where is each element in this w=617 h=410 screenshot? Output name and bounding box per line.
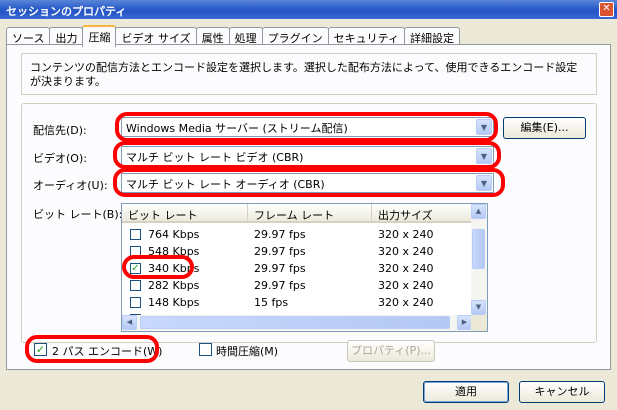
destination-value: Windows Media サーバー (ストリーム配信) [126, 122, 348, 135]
cell-size: 320 x 240 [378, 228, 434, 241]
description-text: コンテンツの配信方法とエンコード設定を選択します。選択した配布方法によって、使用… [21, 53, 597, 95]
chevron-down-icon[interactable]: ▼ [476, 119, 492, 135]
scroll-corner [471, 315, 487, 331]
close-icon: ✕ [602, 3, 611, 14]
cell-framerate: 29.97 fps [254, 228, 306, 241]
scroll-left-icon[interactable]: ◀ [122, 315, 137, 330]
properties-button[interactable]: プロパティ(P)... [347, 340, 435, 362]
time-compression-label[interactable]: 時間圧縮(M) [216, 343, 278, 359]
audio-label: オーディオ(U): [33, 179, 108, 192]
tab-strip: ソース 出力 圧縮 ビデオ サイズ 属性 処理 プラグイン セキュリティ 詳細設… [6, 25, 460, 47]
cell-framerate: 29.97 fps [254, 279, 306, 292]
table-row[interactable]: 764 Kbps 29.97 fps 320 x 240 [122, 226, 472, 243]
bitrate-list[interactable]: ビット レート フレーム レート 出力サイズ 764 Kbps 29.97 fps… [121, 203, 488, 332]
two-pass-checkbox[interactable]: ✓ [34, 343, 47, 356]
cell-size: 320 x 240 [378, 279, 434, 292]
video-value: マルチ ビット レート ビデオ (CBR) [126, 151, 304, 164]
row-checkbox[interactable]: ✓ [130, 263, 141, 274]
row-checkbox[interactable] [130, 229, 141, 240]
cell-size: 320 x 240 [378, 245, 434, 258]
two-pass-label[interactable]: 2 パス エンコード(W) [52, 343, 162, 359]
table-row[interactable]: 148 Kbps 15 fps 320 x 240 [122, 294, 472, 311]
table-row[interactable]: ✓ 340 Kbps 29.97 fps 320 x 240 [122, 260, 472, 277]
cell-framerate: 29.97 fps [254, 245, 306, 258]
vertical-scrollbar[interactable]: ▲ ▼ [471, 204, 487, 315]
destination-select[interactable]: Windows Media サーバー (ストリーム配信) ▼ [121, 117, 494, 137]
cell-size: 320 x 240 [378, 296, 434, 309]
cell-size: 320 x 240 [378, 262, 434, 275]
audio-select[interactable]: マルチ ビット レート オーディオ (CBR) ▼ [121, 173, 494, 193]
edit-button[interactable]: 編集(E)... [503, 117, 586, 139]
column-header-framerate[interactable]: フレーム レート [248, 204, 372, 223]
row-checkbox[interactable] [130, 297, 141, 308]
chevron-down-icon[interactable]: ▼ [476, 175, 492, 191]
checkmark-icon: ✓ [35, 343, 46, 356]
horizontal-scrollbar[interactable]: ◀ ▶ [122, 315, 472, 331]
list-header: ビット レート フレーム レート 出力サイズ [122, 204, 472, 223]
tab-compression[interactable]: 圧縮 [82, 25, 117, 47]
scroll-down-icon[interactable]: ▼ [471, 300, 486, 315]
row-checkbox[interactable] [130, 280, 141, 291]
scroll-thumb[interactable] [472, 229, 485, 269]
cell-framerate: 29.97 fps [254, 262, 306, 275]
cell-framerate: 15 fps [254, 296, 289, 309]
cancel-button[interactable]: キャンセル [519, 381, 605, 403]
video-label: ビデオ(O): [33, 152, 87, 165]
bitrate-label: ビット レート(B): [33, 208, 123, 221]
scroll-thumb-horizontal[interactable] [140, 316, 450, 329]
cell-bitrate: 548 Kbps [148, 245, 200, 258]
chevron-down-icon[interactable]: ▼ [476, 148, 492, 164]
title-bar: セッションのプロパティ ✕ [0, 0, 617, 19]
destination-label: 配信先(D): [33, 124, 87, 137]
cell-bitrate: 764 Kbps [148, 228, 200, 241]
cell-bitrate: 282 Kbps [148, 279, 200, 292]
cell-bitrate: 340 Kbps [148, 262, 200, 275]
video-select[interactable]: マルチ ビット レート ビデオ (CBR) ▼ [121, 146, 494, 166]
scroll-up-icon[interactable]: ▲ [471, 204, 486, 219]
window-title: セッションのプロパティ [6, 5, 127, 18]
column-header-bitrate[interactable]: ビット レート [122, 204, 248, 223]
scroll-right-icon[interactable]: ▶ [457, 315, 472, 330]
cell-bitrate: 148 Kbps [148, 296, 200, 309]
column-header-size[interactable]: 出力サイズ [372, 204, 472, 223]
table-row[interactable]: 282 Kbps 29.97 fps 320 x 240 [122, 277, 472, 294]
audio-value: マルチ ビット レート オーディオ (CBR) [126, 178, 325, 191]
table-row[interactable]: 548 Kbps 29.97 fps 320 x 240 [122, 243, 472, 260]
apply-button[interactable]: 適用 [423, 381, 509, 403]
close-button[interactable]: ✕ [599, 2, 614, 17]
time-compression-checkbox[interactable] [199, 343, 212, 356]
row-checkbox[interactable] [130, 246, 141, 257]
